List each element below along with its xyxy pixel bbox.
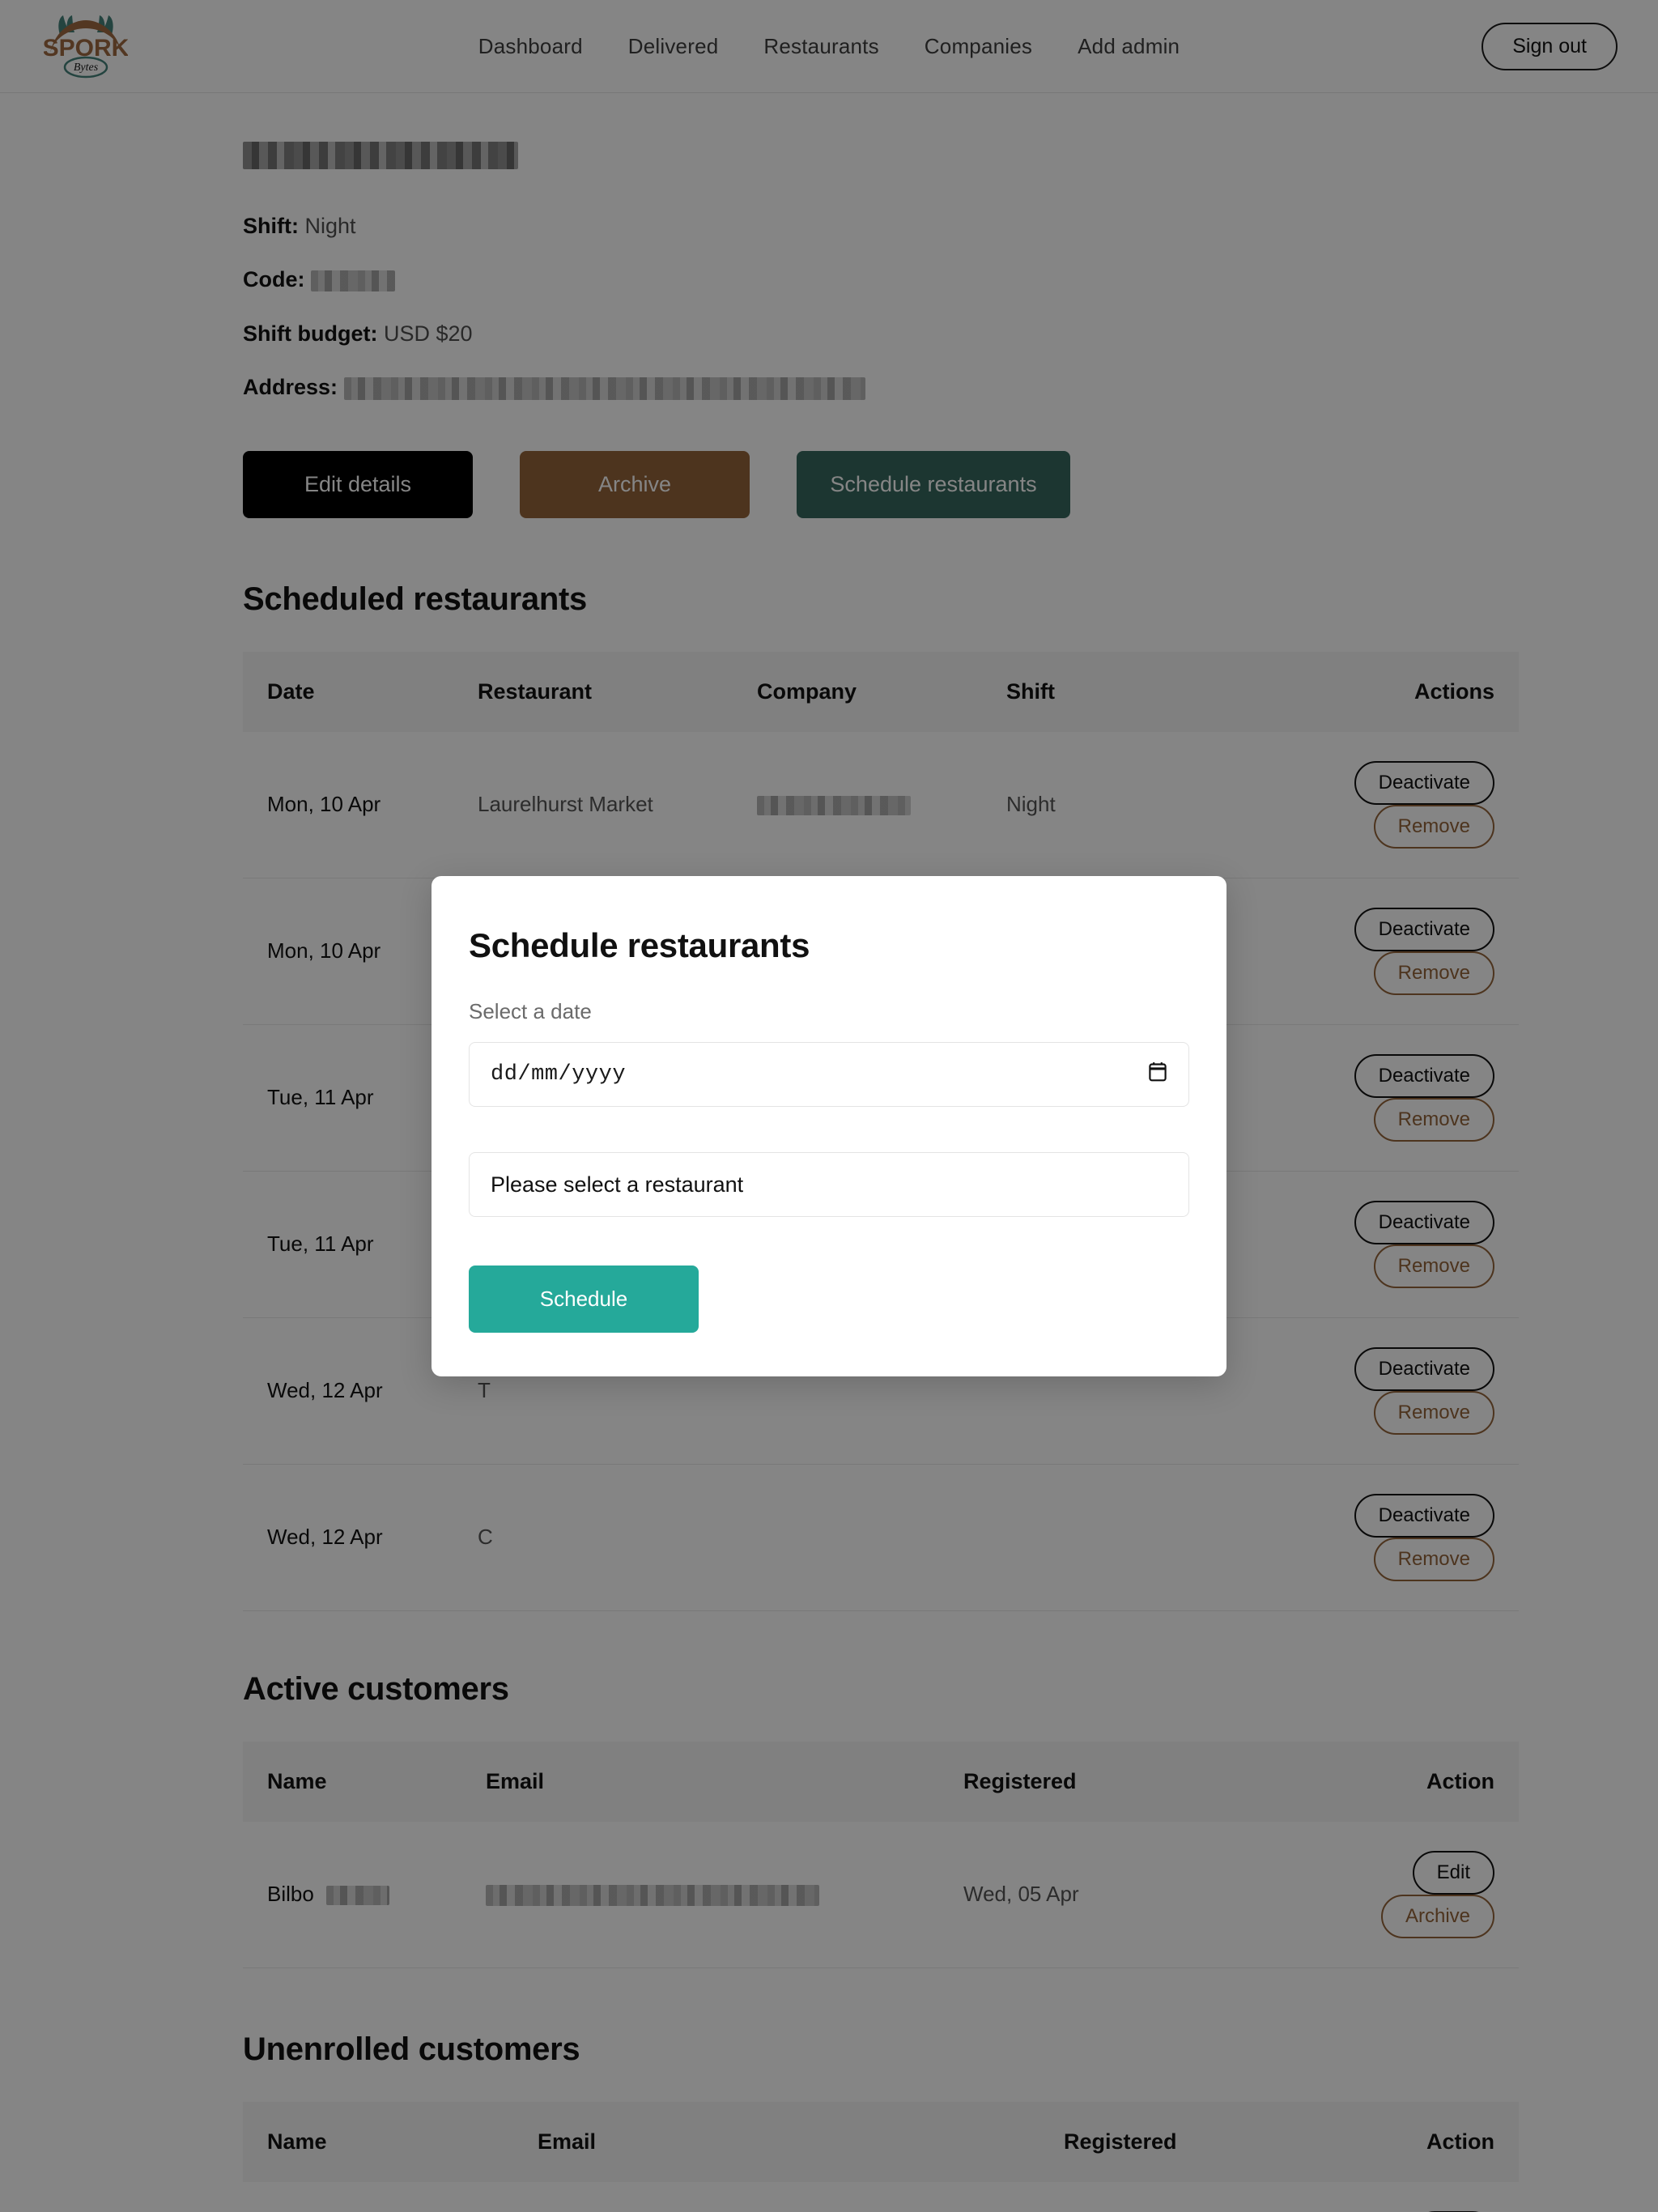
restaurant-select[interactable]: Please select a restaurant — [469, 1152, 1189, 1217]
modal-date-label: Select a date — [469, 999, 592, 1023]
restaurant-select-value: Please select a restaurant — [491, 1172, 744, 1197]
modal-title: Schedule restaurants — [469, 926, 810, 964]
app-root: SPORK Bytes Dashboard Delivered Restaura… — [0, 0, 1658, 2212]
date-input[interactable]: dd/mm/yyyy — [469, 1042, 1189, 1107]
schedule-submit-button[interactable]: Schedule — [469, 1266, 699, 1333]
schedule-restaurants-modal: Schedule restaurants Select a date dd/mm… — [432, 876, 1226, 1376]
date-input-placeholder: dd/mm/yyyy — [491, 1062, 627, 1087]
calendar-icon[interactable] — [1148, 1061, 1167, 1088]
